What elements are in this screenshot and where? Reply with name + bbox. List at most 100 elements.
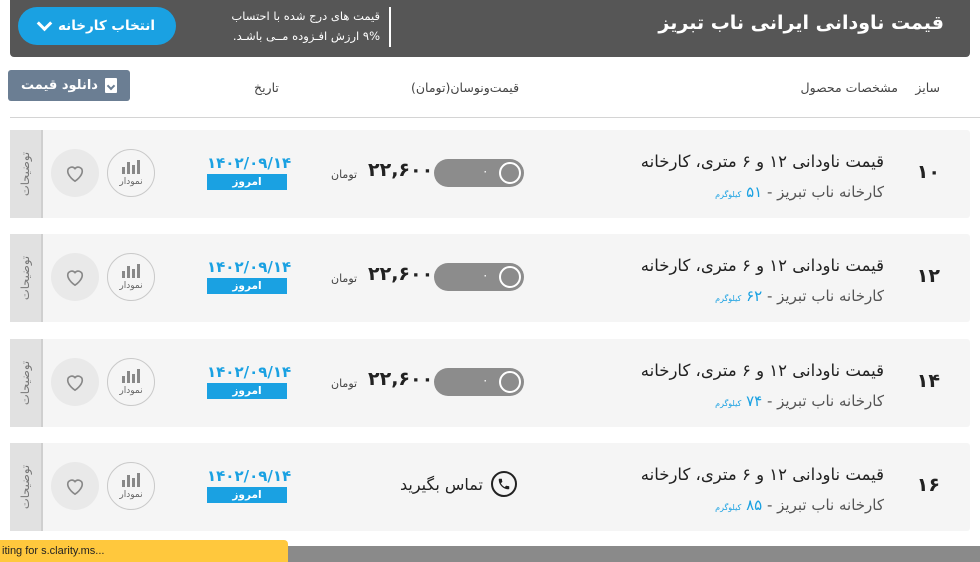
notes-label: توضیحات (18, 151, 33, 197)
toggle-knob (499, 162, 521, 184)
price-unit: تومان (331, 377, 358, 390)
price-date: ۱۴۰۲/۰۹/۱۴ امروز (207, 258, 292, 294)
product-name[interactable]: قیمت ناودانی ۱۲ و ۶ متری، کارخانه (641, 256, 884, 275)
product-name[interactable]: قیمت ناودانی ۱۲ و ۶ متری، کارخانه (641, 465, 884, 484)
today-badge: امروز (207, 487, 287, 503)
chart-label: نمودار (119, 177, 143, 187)
price-value: ۲۲,۶۰۰ (368, 263, 434, 285)
bar-chart-icon (122, 160, 140, 174)
chart-label: نمودار (119, 281, 143, 291)
notes-tab[interactable]: توضیحات (10, 443, 43, 531)
header-divider (389, 7, 391, 47)
call-us-label: تماس بگیرید (400, 474, 483, 494)
vat-note-line-1: قیمت های درج شده با احتساب (231, 9, 380, 23)
price-unit: تومان (331, 272, 358, 285)
product-factory: کارخانه ناب تبریز - ۶۲ کیلوگرم (715, 287, 884, 305)
notes-tab[interactable]: توضیحات (10, 234, 43, 322)
product-weight: ۶۲ (746, 287, 763, 305)
notes-tab[interactable]: توضیحات (10, 339, 43, 427)
product-weight: ۸۵ (746, 496, 763, 514)
column-header-size: سایز (915, 80, 940, 95)
download-label: دانلود قیمت (21, 78, 98, 93)
table-row: توضیحات نمودار ۱۴۰۲/۰۹/۱۴ امروز تومان ۲۲… (10, 130, 970, 218)
column-header-price: قیمت‌ونوسان(تومان) (411, 80, 520, 95)
favorite-button[interactable] (51, 253, 99, 301)
chevron-down-icon (36, 15, 53, 32)
file-download-icon (104, 78, 117, 93)
notes-label: توضیحات (18, 255, 33, 301)
price-change-toggle[interactable]: ۰ (434, 263, 524, 291)
phone-icon (491, 471, 517, 497)
price-change-toggle[interactable]: ۰ (434, 159, 524, 187)
toggle-knob (499, 371, 521, 393)
weight-unit: کیلوگرم (715, 503, 742, 512)
favorite-button[interactable] (51, 358, 99, 406)
price-date: ۱۴۰۲/۰۹/۱۴ امروز (207, 467, 292, 503)
select-factory-button[interactable]: انتخاب کارخانه (18, 7, 176, 45)
call-us-link[interactable]: تماس بگیرید (400, 471, 517, 497)
heart-icon (66, 375, 84, 392)
product-size: ۱۴ (916, 370, 940, 392)
chart-label: نمودار (119, 490, 143, 500)
factory-name: کارخانه ناب تبریز - (762, 183, 884, 201)
page-title: قیمت ناودانی ایرانی ناب تبریز (658, 12, 944, 34)
select-factory-label: انتخاب کارخانه (57, 18, 156, 34)
header-divider-line (10, 117, 980, 118)
chart-button[interactable]: نمودار (107, 358, 155, 406)
price-change-value: ۰ (482, 373, 489, 387)
price-value: ۲۲,۶۰۰ (368, 159, 434, 181)
product-weight: ۵۱ (746, 183, 763, 201)
today-badge: امروز (207, 174, 287, 190)
price-date: ۱۴۰۲/۰۹/۱۴ امروز (207, 154, 292, 190)
product-name[interactable]: قیمت ناودانی ۱۲ و ۶ متری، کارخانه (641, 361, 884, 380)
notes-label: توضیحات (18, 464, 33, 510)
page-header: قیمت ناودانی ایرانی ناب تبریز قیمت های د… (10, 0, 970, 57)
chart-button[interactable]: نمودار (107, 253, 155, 301)
download-prices-button[interactable]: دانلود قیمت (8, 70, 130, 101)
price-change-value: ۰ (482, 268, 489, 282)
column-header-specs: مشخصات محصول (800, 80, 898, 95)
vat-note: قیمت های درج شده با احتساب ۹% ارزش افـزو… (198, 6, 380, 46)
factory-name: کارخانه ناب تبریز - (762, 287, 884, 305)
price-change-toggle[interactable]: ۰ (434, 368, 524, 396)
date-value: ۱۴۰۲/۰۹/۱۴ (207, 258, 292, 276)
column-header-date: تاریخ (254, 80, 279, 95)
weight-unit: کیلوگرم (715, 399, 742, 408)
product-size: ۱۲ (916, 265, 940, 287)
bar-chart-icon (122, 473, 140, 487)
price-date: ۱۴۰۲/۰۹/۱۴ امروز (207, 363, 292, 399)
factory-name: کارخانه ناب تبریز - (762, 392, 884, 410)
heart-icon (66, 270, 84, 287)
chart-label: نمودار (119, 386, 143, 396)
product-size: ۱۶ (916, 474, 940, 496)
product-factory: کارخانه ناب تبریز - ۷۴ کیلوگرم (715, 392, 884, 410)
date-value: ۱۴۰۲/۰۹/۱۴ (207, 467, 292, 485)
vat-note-line-2: ۹% ارزش افـزوده مــی باشـد. (232, 29, 380, 43)
table-row: توضیحات نمودار ۱۴۰۲/۰۹/۱۴ امروز تومان ۲۲… (10, 234, 970, 322)
notes-tab[interactable]: توضیحات (10, 130, 43, 218)
product-factory: کارخانه ناب تبریز - ۸۵ کیلوگرم (715, 496, 884, 514)
bar-chart-icon (122, 369, 140, 383)
factory-name: کارخانه ناب تبریز - (762, 496, 884, 514)
chart-button[interactable]: نمودار (107, 462, 155, 510)
today-badge: امروز (207, 383, 287, 399)
chart-button[interactable]: نمودار (107, 149, 155, 197)
date-value: ۱۴۰۲/۰۹/۱۴ (207, 154, 292, 172)
heart-icon (66, 479, 84, 496)
favorite-button[interactable] (51, 149, 99, 197)
price-change-value: ۰ (482, 164, 489, 178)
browser-status-bar: iting for s.clarity.ms... (0, 540, 288, 562)
weight-unit: کیلوگرم (715, 294, 742, 303)
bar-chart-icon (122, 264, 140, 278)
favorite-button[interactable] (51, 462, 99, 510)
product-name[interactable]: قیمت ناودانی ۱۲ و ۶ متری، کارخانه (641, 152, 884, 171)
table-row: توضیحات نمودار ۱۴۰۲/۰۹/۱۴ امروز تومان ۲۲… (10, 339, 970, 427)
notes-label: توضیحات (18, 360, 33, 406)
toggle-knob (499, 266, 521, 288)
price-value: ۲۲,۶۰۰ (368, 368, 434, 390)
date-value: ۱۴۰۲/۰۹/۱۴ (207, 363, 292, 381)
heart-icon (66, 166, 84, 183)
product-size: ۱۰ (916, 161, 940, 183)
weight-unit: کیلوگرم (715, 190, 742, 199)
table-row: توضیحات نمودار ۱۴۰۲/۰۹/۱۴ امروز تماس بگی… (10, 443, 970, 531)
